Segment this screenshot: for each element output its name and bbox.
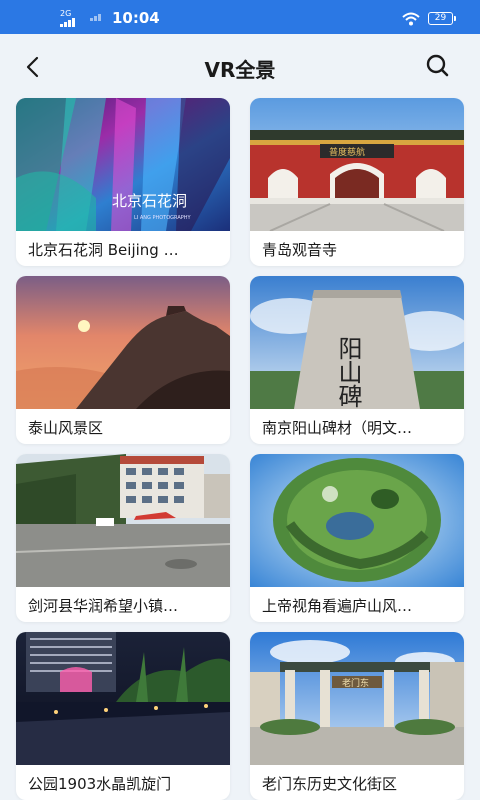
panorama-title: 剑河县华润希望小镇… [28,597,179,615]
thumbnail-title: 北京石花洞 [112,192,187,210]
panorama-thumbnail: 普度慈航 [250,98,464,231]
signal-secondary-icon [90,14,101,21]
panorama-card[interactable]: 泰山风景区 [16,276,230,444]
thumbnail-inscription: 阳山碑 [334,336,362,408]
status-time: 10:04 [112,9,160,27]
panorama-thumbnail [16,454,230,587]
search-button[interactable] [422,51,452,81]
panorama-thumbnail: 北京石花洞 LI ANG PHOTOGRAPHY [16,98,230,231]
panorama-card[interactable]: 上帝视角看遍庐山风… [250,454,464,622]
panorama-title: 青岛观音寺 [262,241,338,259]
status-bar: 2G 10:04 29 [0,0,480,34]
panorama-title: 老门东历史文化街区 [262,775,398,793]
panorama-thumbnail: 老门东 [250,632,464,765]
panorama-title: 南京阳山碑材（明文… [262,419,413,437]
panorama-thumbnail: 阳山碑 [250,276,464,409]
panorama-thumbnail [16,632,230,765]
panorama-thumbnail [16,276,230,409]
panorama-card[interactable]: 普度慈航 青岛观音寺 [250,98,464,266]
panorama-card[interactable]: 老门东 老门东历史文化街区 [250,632,464,800]
panorama-title: 上帝视角看遍庐山风… [262,597,413,615]
panorama-card[interactable]: 北京石花洞 LI ANG PHOTOGRAPHY 北京石花洞 Beijing … [16,98,230,266]
app-header: VR全景 [0,34,480,100]
panorama-thumbnail [250,454,464,587]
panorama-card[interactable]: 剑河县华润希望小镇… [16,454,230,622]
panorama-title: 公园1903水晶凯旋门 [28,775,172,793]
page-title: VR全景 [204,58,276,82]
panorama-title: 泰山风景区 [28,419,104,437]
panorama-title: 北京石花洞 Beijing … [28,241,179,259]
network-type: 2G [60,9,72,18]
thumbnail-subtitle: LI ANG PHOTOGRAPHY [134,215,192,221]
thumbnail-plaque: 老门东 [342,677,369,689]
wifi-icon [402,12,420,26]
battery-indicator: 29 [428,12,456,25]
panorama-card[interactable]: 阳山碑 南京阳山碑材（明文… [250,276,464,444]
panorama-card[interactable]: 公园1903水晶凯旋门 [16,632,230,800]
thumbnail-plaque: 普度慈航 [329,146,365,158]
search-icon [426,54,449,77]
signal-icon [60,18,75,27]
